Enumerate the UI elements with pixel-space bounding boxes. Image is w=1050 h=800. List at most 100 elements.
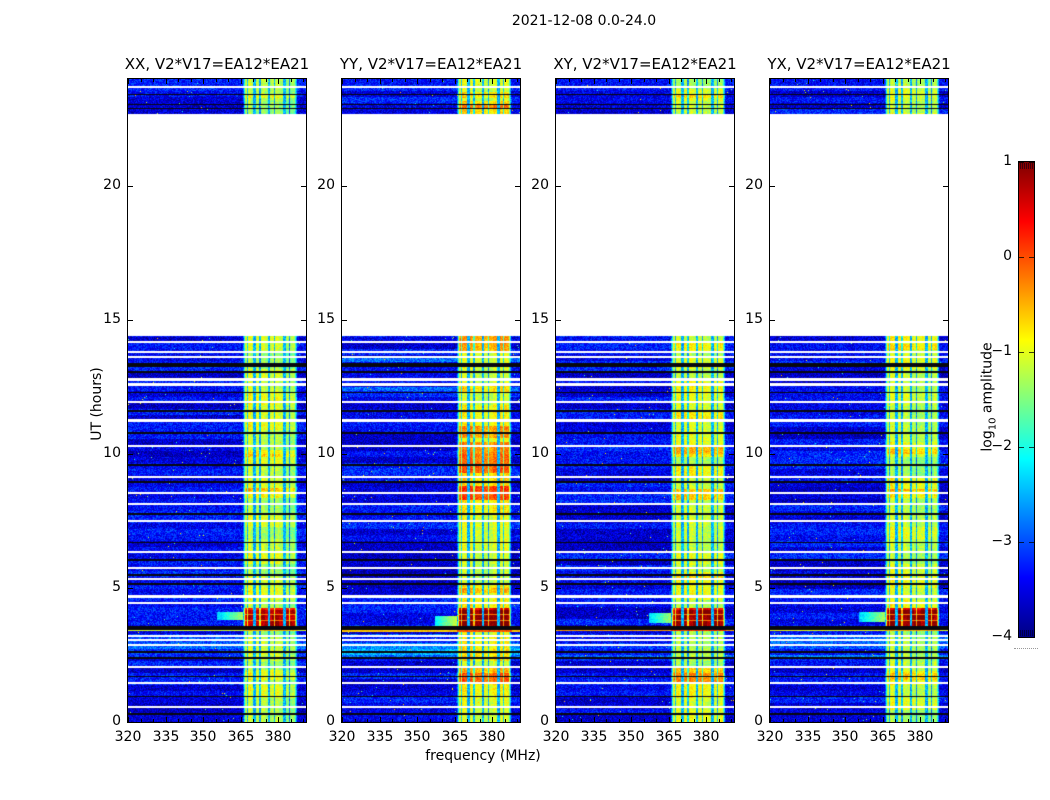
x-axis-minor-tick — [141, 719, 142, 722]
colorbar-tick — [1019, 542, 1024, 543]
colorbar-tick — [1029, 542, 1034, 543]
x-axis-minor-tick — [719, 79, 720, 82]
y-axis-tick — [770, 186, 775, 187]
x-tick-label: 335 — [795, 729, 822, 745]
x-axis-minor-tick — [178, 79, 179, 82]
x-axis-tick — [203, 79, 204, 84]
y-axis-tick — [770, 588, 775, 589]
x-axis-minor-tick — [253, 719, 254, 722]
y-axis-tick — [729, 588, 734, 589]
y-axis-tick — [943, 454, 948, 455]
colorbar-tick — [1029, 447, 1034, 448]
x-axis-minor-tick — [442, 79, 443, 82]
x-axis-minor-tick — [858, 79, 859, 82]
x-tick-label: 350 — [618, 729, 645, 745]
x-axis-tick — [594, 717, 595, 722]
x-axis-tick — [920, 79, 921, 84]
x-axis-minor-tick — [681, 719, 682, 722]
y-tick-label: 10 — [531, 445, 549, 461]
colorbar-tick — [1019, 637, 1024, 638]
x-axis-tick — [808, 79, 809, 84]
x-axis-minor-tick — [933, 719, 934, 722]
y-axis-tick — [342, 186, 347, 187]
y-axis-tick — [729, 186, 734, 187]
x-axis-minor-tick — [908, 719, 909, 722]
x-axis-minor-tick — [216, 79, 217, 82]
x-axis-minor-tick — [405, 719, 406, 722]
x-axis-tick — [556, 717, 557, 722]
figure: 2021-12-08 0.0-24.0 XX, V2*V17=EA12*EA21… — [0, 0, 1050, 800]
x-tick-label: 335 — [581, 729, 608, 745]
panel-xy: XY, V2*V17=EA12*EA2105101520320335350365… — [556, 79, 734, 722]
x-axis-minor-tick — [303, 79, 304, 82]
colorbar-end-hatch — [1032, 630, 1033, 636]
x-axis-minor-tick — [656, 79, 657, 82]
y-tick-label: 20 — [531, 177, 549, 193]
y-axis-tick — [556, 186, 561, 187]
y-axis-tick — [556, 454, 561, 455]
colorbar-end-hatch — [1030, 630, 1031, 636]
panel-yy: YY, V2*V17=EA12*EA2105101520320335350365… — [342, 79, 520, 722]
y-tick-label: 0 — [112, 713, 121, 729]
y-axis-tick — [342, 722, 347, 723]
x-tick-label: 320 — [115, 729, 142, 745]
colorbar-end-hatch — [1028, 163, 1029, 169]
x-axis-minor-tick — [253, 79, 254, 82]
y-tick-label: 20 — [317, 177, 335, 193]
x-axis-minor-tick — [870, 719, 871, 722]
y-axis-tick — [301, 320, 306, 321]
x-axis-minor-tick — [833, 719, 834, 722]
y-axis-tick — [515, 588, 520, 589]
x-axis-minor-tick — [367, 719, 368, 722]
x-axis-minor-tick — [430, 79, 431, 82]
y-axis-tick — [729, 454, 734, 455]
y-tick-label: 15 — [745, 311, 763, 327]
x-axis-tick — [203, 717, 204, 722]
x-axis-minor-tick — [606, 79, 607, 82]
x-axis-minor-tick — [644, 79, 645, 82]
x-axis-minor-tick — [266, 79, 267, 82]
colorbar-label-sub: 10 — [987, 418, 998, 431]
y-tick-label: 20 — [745, 177, 763, 193]
y-axis-label: UT (hours) — [89, 367, 105, 441]
x-tick-label: 380 — [907, 729, 934, 745]
x-axis-minor-tick — [505, 79, 506, 82]
y-tick-label: 0 — [326, 713, 335, 729]
x-axis-minor-tick — [870, 79, 871, 82]
x-axis-tick — [417, 79, 418, 84]
colorbar-extend-dots — [1014, 648, 1038, 649]
colorbar-tick — [1019, 352, 1024, 353]
y-tick-label: 10 — [745, 445, 763, 461]
x-axis-tick — [455, 717, 456, 722]
x-axis-minor-tick — [895, 79, 896, 82]
y-tick-label: 15 — [531, 311, 549, 327]
x-tick-label: 380 — [693, 729, 720, 745]
y-tick-label: 5 — [326, 579, 335, 595]
x-axis-tick — [556, 79, 557, 84]
y-tick-label: 10 — [317, 445, 335, 461]
y-axis-tick — [943, 722, 948, 723]
x-axis-minor-tick — [731, 719, 732, 722]
x-axis-tick — [920, 717, 921, 722]
y-axis-tick — [943, 588, 948, 589]
x-axis-minor-tick — [216, 719, 217, 722]
colorbar-label-log: log — [980, 430, 996, 451]
y-axis-tick — [729, 320, 734, 321]
x-tick-label: 320 — [329, 729, 356, 745]
x-axis-minor-tick — [467, 719, 468, 722]
x-axis-tick — [342, 717, 343, 722]
colorbar-tick — [1019, 447, 1024, 448]
x-axis-minor-tick — [795, 719, 796, 722]
colorbar-end-hatch — [1022, 163, 1023, 169]
colorbar-end-hatch — [1032, 163, 1033, 169]
y-axis-tick — [515, 320, 520, 321]
y-axis-tick — [128, 722, 133, 723]
y-axis-tick — [729, 722, 734, 723]
x-axis-tick — [845, 79, 846, 84]
y-axis-tick — [556, 320, 561, 321]
x-axis-tick — [770, 717, 771, 722]
x-axis-tick — [380, 79, 381, 84]
y-axis-tick — [556, 588, 561, 589]
x-axis-minor-tick — [681, 79, 682, 82]
y-axis-tick — [301, 186, 306, 187]
